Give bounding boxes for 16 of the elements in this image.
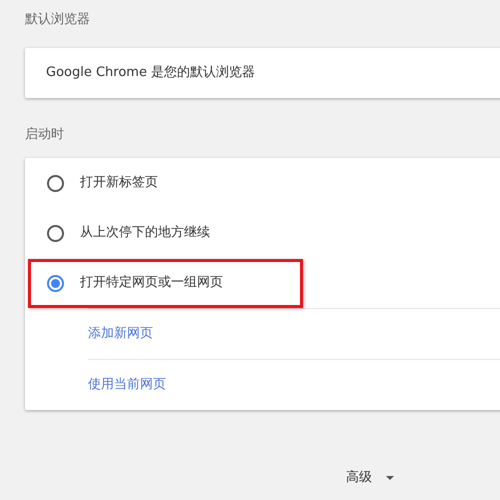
caret-icon: [386, 476, 394, 480]
radio-button[interactable]: [47, 174, 64, 192]
radio-option[interactable]: 从上次停下的地方继续: [25, 208, 500, 258]
radio-option[interactable]: 打开特定网页或一组网页: [25, 258, 500, 308]
radio-button[interactable]: [47, 224, 64, 242]
status-text: Google Chrome 是您的默认浏览器: [46, 64, 256, 82]
option-label: 打开新标签页: [80, 174, 158, 192]
section-heading: 启动时: [25, 128, 65, 141]
link[interactable]: 使用当前网页: [88, 375, 166, 395]
advanced-toggle[interactable]: 高级: [346, 468, 372, 488]
link[interactable]: 添加新网页: [88, 324, 153, 344]
option-label: 从上次停下的地方继续: [80, 224, 210, 242]
option-label: 打开特定网页或一组网页: [80, 274, 223, 292]
radio-option[interactable]: 打开新标签页: [25, 158, 500, 208]
radio-button[interactable]: [47, 274, 64, 292]
section-heading: 默认浏览器: [25, 13, 91, 26]
